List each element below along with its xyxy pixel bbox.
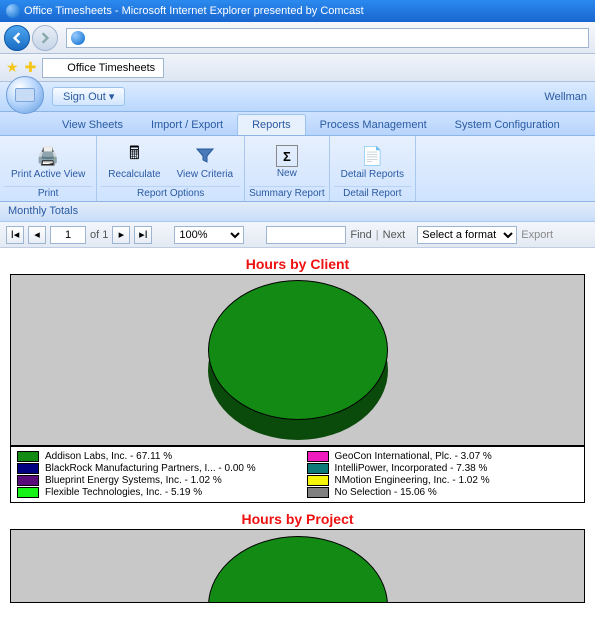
app-orb[interactable] xyxy=(6,76,44,114)
chart1-legend: Addison Labs, Inc. - 67.11 % GeoCon Inter… xyxy=(10,446,585,503)
tab-label: Office Timesheets xyxy=(67,62,155,74)
page-input[interactable] xyxy=(50,226,86,244)
address-bar[interactable] xyxy=(66,28,589,48)
browser-tab[interactable]: Office Timesheets xyxy=(42,58,164,78)
window-title: Office Timesheets - Microsoft Internet E… xyxy=(24,5,364,17)
group-print: 🖨️ Print Active View Print xyxy=(0,136,97,201)
group-report-options-title: Report Options xyxy=(101,186,240,199)
chart2-title: Hours by Project xyxy=(10,509,585,529)
username: Wellman xyxy=(544,91,587,103)
report-name-bar: Monthly Totals xyxy=(0,202,595,222)
back-button[interactable] xyxy=(4,25,30,51)
forward-button[interactable] xyxy=(32,25,58,51)
legend-item: Addison Labs, Inc. - 67.11 % xyxy=(17,451,289,462)
ribbon-header: Sign Out ▾ Wellman xyxy=(0,82,595,112)
add-favorite-icon[interactable]: ✚ xyxy=(25,59,37,76)
chart1-box xyxy=(10,274,585,446)
orb-icon xyxy=(15,88,35,102)
tab-icon xyxy=(51,62,63,74)
detail-reports-button[interactable]: 📄 Detail Reports xyxy=(334,138,411,186)
favorites-icon[interactable]: ★ xyxy=(6,59,19,76)
legend-item: Blueprint Energy Systems, Inc. - 1.02 % xyxy=(17,475,289,486)
tab-system-configuration[interactable]: System Configuration xyxy=(441,115,574,135)
new-summary-button[interactable]: Σ New xyxy=(269,138,305,186)
pie-chart-2 xyxy=(208,536,388,603)
first-page-button[interactable]: I◂ xyxy=(6,226,24,244)
tab-reports[interactable]: Reports xyxy=(237,114,306,135)
window-titlebar: Office Timesheets - Microsoft Internet E… xyxy=(0,0,595,22)
group-report-options: 🖩 Recalculate View Criteria Report Optio… xyxy=(97,136,245,201)
view-criteria-button[interactable]: View Criteria xyxy=(170,138,241,186)
group-summary-title: Summary Report xyxy=(249,186,325,199)
favorites-bar: ★ ✚ Office Timesheets xyxy=(0,54,595,82)
pie-chart xyxy=(208,280,388,440)
legend-item: IntelliPower, Incorporated - 7.38 % xyxy=(307,463,579,474)
legend-item: NMotion Engineering, Inc. - 1.02 % xyxy=(307,475,579,486)
legend-item: BlackRock Manufacturing Partners, I... -… xyxy=(17,463,289,474)
next-page-button[interactable]: ▸ xyxy=(112,226,130,244)
calculator-icon: 🖩 xyxy=(122,144,146,168)
tab-view-sheets[interactable]: View Sheets xyxy=(48,115,137,135)
menu-tabs: View Sheets Import / Export Reports Proc… xyxy=(0,112,595,136)
legend-item: Flexible Technologies, Inc. - 5.19 % xyxy=(17,487,289,498)
group-summary-report: Σ New Summary Report xyxy=(245,136,330,201)
find-label[interactable]: Find xyxy=(350,229,371,241)
chart2-box xyxy=(10,529,585,603)
print-active-view-button[interactable]: 🖨️ Print Active View xyxy=(4,138,92,186)
find-input[interactable] xyxy=(266,226,346,244)
group-print-title: Print xyxy=(4,186,92,199)
last-page-button[interactable]: ▸I xyxy=(134,226,152,244)
funnel-icon xyxy=(193,144,217,168)
chart1-title: Hours by Client xyxy=(10,254,585,274)
report-toolbar: I◂ ◂ of 1 ▸ ▸I 100% Find | Next Select a… xyxy=(0,222,595,248)
ribbon: 🖨️ Print Active View Print 🖩 Recalculate… xyxy=(0,136,595,202)
sigma-icon: Σ xyxy=(276,145,298,167)
report-content: Hours by Client Addison Labs, Inc. - 67.… xyxy=(0,248,595,620)
page-icon xyxy=(71,31,85,45)
ie-icon xyxy=(6,4,20,18)
format-select[interactable]: Select a format xyxy=(417,226,517,244)
legend-item: GeoCon International, Plc. - 3.07 % xyxy=(307,451,579,462)
page-of: of 1 xyxy=(90,229,108,241)
tab-import-export[interactable]: Import / Export xyxy=(137,115,237,135)
recalculate-button[interactable]: 🖩 Recalculate xyxy=(101,138,167,186)
nav-toolbar xyxy=(0,22,595,54)
zoom-select[interactable]: 100% xyxy=(174,226,244,244)
next-label[interactable]: Next xyxy=(383,229,406,241)
tab-process-management[interactable]: Process Management xyxy=(306,115,441,135)
group-detail-title: Detail Report xyxy=(334,186,411,199)
export-link[interactable]: Export xyxy=(521,229,553,241)
prev-page-button[interactable]: ◂ xyxy=(28,226,46,244)
report-icon: 📄 xyxy=(360,144,384,168)
printer-icon: 🖨️ xyxy=(36,144,60,168)
sign-out-button[interactable]: Sign Out ▾ xyxy=(52,87,125,106)
legend-item: No Selection - 15.06 % xyxy=(307,487,579,498)
group-detail-report: 📄 Detail Reports Detail Report xyxy=(330,136,416,201)
